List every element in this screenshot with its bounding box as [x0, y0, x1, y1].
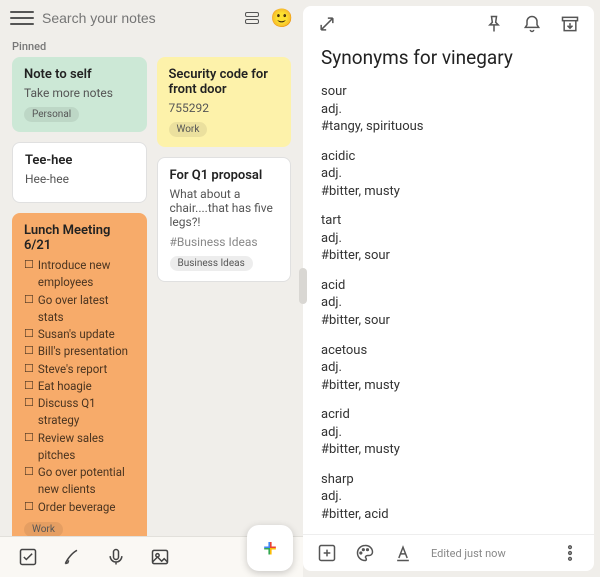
note-card[interactable]: Tee-hee Hee-hee	[12, 142, 147, 203]
checklist-item[interactable]: Order beverage	[24, 499, 135, 516]
new-note-button[interactable]: +	[247, 525, 293, 571]
more-icon[interactable]	[560, 543, 580, 563]
image-icon[interactable]	[150, 547, 170, 567]
edited-label: Edited just now	[431, 547, 506, 560]
note-tag[interactable]: Work	[169, 122, 208, 137]
note-body: 755292	[169, 101, 280, 115]
note-tag[interactable]: Personal	[24, 107, 79, 122]
synonym-entry: tart adj. #bitter, sour	[321, 212, 576, 265]
checklist-item[interactable]: Eat hoagie	[24, 378, 135, 395]
synonym-entry: acetous adj. #bitter, musty	[321, 342, 576, 395]
checklist-item[interactable]: Go over potential new clients	[24, 464, 135, 499]
expand-icon[interactable]	[317, 14, 337, 34]
note-card[interactable]: Note to self Take more notes Personal	[12, 57, 147, 132]
palette-icon[interactable]	[355, 543, 375, 563]
search-input[interactable]	[42, 10, 233, 26]
synonym-entry: acid adj. #bitter, sour	[321, 277, 576, 330]
note-card[interactable]: Lunch Meeting 6/21 Introduce new employe…	[12, 213, 147, 547]
brush-icon[interactable]	[62, 547, 82, 567]
note-title: Lunch Meeting 6/21	[24, 223, 135, 253]
text-format-icon[interactable]	[393, 543, 413, 563]
account-avatar[interactable]: 🙂	[271, 8, 293, 29]
note-tag[interactable]: Business Ideas	[170, 256, 253, 271]
mic-icon[interactable]	[106, 547, 126, 567]
pin-icon[interactable]	[484, 14, 504, 34]
note-title: For Q1 proposal	[170, 168, 279, 183]
split-handle[interactable]	[299, 268, 307, 304]
note-card[interactable]: For Q1 proposal What about a chair....th…	[157, 157, 292, 282]
synonym-entry: acrid adj. #bitter, musty	[321, 406, 576, 459]
note-body: Take more notes	[24, 86, 135, 100]
checklist-item[interactable]: Introduce new employees	[24, 257, 135, 292]
section-pinned: Pinned	[0, 36, 303, 57]
note-title: Security code for front door	[169, 67, 280, 97]
checklist-item[interactable]: Go over latest stats	[24, 292, 135, 327]
checklist-item[interactable]: Susan's update	[24, 326, 135, 343]
checklist-item[interactable]: Discuss Q1 strategy	[24, 395, 135, 430]
note-body: What about a chair....that has five legs…	[170, 187, 279, 229]
note-title: Note to self	[24, 67, 135, 82]
note-body: Hee-hee	[25, 172, 134, 186]
menu-icon[interactable]	[10, 6, 34, 30]
note-card[interactable]: Security code for front door 755292 Work	[157, 57, 292, 147]
reminder-icon[interactable]	[522, 14, 542, 34]
checkbox-icon[interactable]	[18, 547, 38, 567]
synonym-entry: sour adj. #tangy, spirituous	[321, 83, 576, 136]
note-title: Tee-hee	[25, 153, 134, 168]
checklist-item[interactable]: Review sales pitches	[24, 430, 135, 465]
archive-icon[interactable]	[560, 14, 580, 34]
note-checklist: Introduce new employeesGo over latest st…	[24, 257, 135, 516]
synonym-entry: sharp adj. #bitter, acid	[321, 471, 576, 524]
synonym-entry: acidic adj. #bitter, musty	[321, 148, 576, 201]
view-toggle-icon[interactable]	[241, 7, 263, 29]
checklist-item[interactable]: Bill's presentation	[24, 343, 135, 360]
detail-body[interactable]: sour adj. #tangy, spirituous acidic adj. …	[321, 83, 576, 534]
detail-title[interactable]: Synonyms for vinegary	[321, 46, 576, 69]
checklist-item[interactable]: Steve's report	[24, 361, 135, 378]
note-hashtag: #Business Ideas	[170, 235, 279, 249]
add-icon[interactable]	[317, 543, 337, 563]
note-tag[interactable]: Work	[24, 522, 63, 537]
